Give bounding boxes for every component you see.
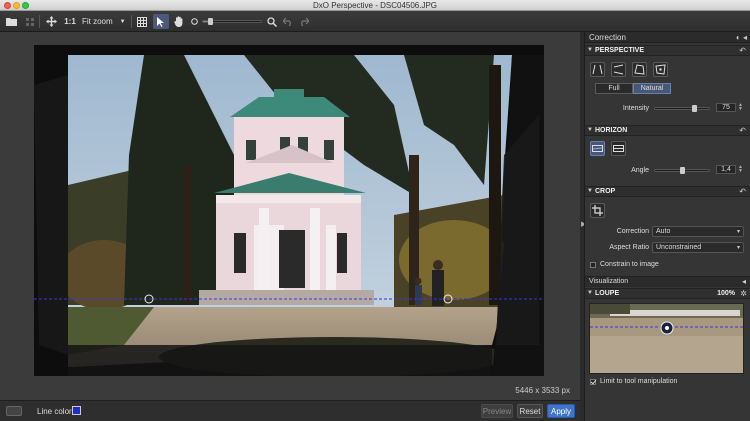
perspective-full-button[interactable]: Full [595, 83, 633, 94]
zoom-slider-handle[interactable] [208, 18, 213, 25]
loupe-section-header[interactable]: ▼ LOUPE 100% ✲ [585, 288, 750, 299]
photo-frame [34, 45, 544, 376]
zoom-out-icon[interactable] [190, 14, 200, 29]
quad-icon [634, 64, 645, 75]
loupe-preview [589, 303, 744, 374]
reset-arrow-icon[interactable]: ↶ [739, 46, 746, 55]
crop-title: CROP [595, 188, 616, 195]
visualization-title: Visualization [589, 278, 629, 285]
reset-arrow-icon[interactable]: ↶ [739, 187, 746, 196]
perspective-rectangle-button[interactable] [632, 62, 647, 77]
zoom-one-to-one-button[interactable]: 1:1 [63, 14, 77, 29]
horizon-title: HORIZON [595, 127, 628, 134]
angle-label: Angle [631, 167, 649, 174]
redo-icon[interactable] [298, 14, 310, 29]
pointer-icon [157, 16, 164, 27]
zoom-slider[interactable] [202, 18, 262, 25]
intensity-slider-handle[interactable] [692, 105, 697, 112]
crop-correction-value: Auto [656, 228, 671, 235]
open-folder-icon[interactable] [4, 14, 18, 29]
panel-header: Correction ◐ ◂ [585, 32, 750, 43]
overlay-toggle-icon[interactable] [6, 406, 22, 416]
crop-icon [592, 205, 603, 216]
app-window: DxO Perspective - DSC04506.JPG 1:1 Fit z… [0, 0, 750, 421]
chevron-down-icon: ▼ [587, 188, 593, 194]
constrain-to-image-checkbox[interactable] [590, 262, 596, 268]
toolbar-separator [131, 15, 132, 28]
aspect-ratio-label: Aspect Ratio [609, 244, 649, 251]
panel-title: Correction [589, 33, 626, 42]
constrain-to-image-label: Constrain to image [600, 261, 659, 268]
angle-stepper-icon[interactable]: ▲ ▼ [738, 165, 743, 174]
perspective-vertical-button[interactable] [590, 62, 605, 77]
eight-point-icon [655, 64, 666, 75]
intensity-slider[interactable] [654, 105, 710, 112]
horizon-section-header[interactable]: ▼ HORIZON ↶ [585, 125, 750, 136]
zoom-mode-select[interactable]: Fit zoom ▼ [80, 14, 126, 29]
visualization-header: Visualization ◂ [585, 276, 750, 287]
perspective-title: PERSPECTIVE [595, 47, 645, 54]
image-dimensions: 5446 x 3533 px [515, 386, 570, 395]
vertical-lines-icon [592, 64, 603, 75]
line-color-label: Line color [37, 407, 72, 416]
limit-to-tool-checkbox[interactable] [590, 379, 596, 385]
loupe-zoom-select[interactable]: 100% [717, 290, 735, 297]
bottom-bar: Line color Preview Reset Apply [0, 400, 580, 421]
visualization-options-icon[interactable]: ◂ [742, 277, 746, 286]
zoom-mode-label: Fit zoom [82, 17, 113, 26]
undo-icon[interactable] [282, 14, 294, 29]
horizon-tool-icon [592, 145, 603, 152]
aspect-ratio-select[interactable]: Unconstrained ▾ [652, 242, 744, 253]
toolbar-separator [39, 15, 40, 28]
preview-button[interactable]: Preview [481, 404, 513, 418]
crop-section-header[interactable]: ▼ CROP ↶ [585, 186, 750, 197]
window-title: DxO Perspective - DSC04506.JPG [312, 1, 438, 10]
chevron-down-icon: ▼ [587, 290, 593, 296]
chevron-down-icon: ▼ [119, 18, 126, 25]
loupe-title: LOUPE [595, 290, 620, 297]
line-color-swatch[interactable] [72, 406, 81, 415]
crop-correction-label: Correction [616, 228, 649, 235]
move-arrows-icon[interactable] [44, 14, 58, 29]
pavilion-photo [34, 45, 544, 376]
limit-to-tool-label: Limit to tool manipulation [600, 378, 678, 385]
perspective-natural-button[interactable]: Natural [633, 83, 671, 94]
chevron-down-icon: ▾ [736, 229, 740, 235]
intensity-value-field[interactable]: 75 [716, 103, 736, 112]
chevron-down-icon: ▼ [587, 47, 593, 53]
angle-slider-handle[interactable] [680, 167, 685, 174]
perspective-horizontal-button[interactable] [611, 62, 626, 77]
horizon-line-tool-button[interactable] [590, 141, 605, 156]
panel-options-icon[interactable]: ◐ ◂ [736, 33, 747, 42]
grid-overlay-icon[interactable] [136, 14, 148, 29]
angle-slider[interactable] [654, 167, 710, 174]
apply-button[interactable]: Apply [547, 404, 575, 418]
horizon-auto-button[interactable] [611, 141, 626, 156]
reset-button[interactable]: Reset [517, 404, 543, 418]
angle-value-field[interactable]: 1,4 [716, 165, 736, 174]
horizon-level-icon [613, 145, 624, 152]
intensity-stepper-icon[interactable]: ▲ ▼ [738, 103, 743, 112]
crop-tool-button[interactable] [590, 203, 605, 218]
perspective-8point-button[interactable] [653, 62, 668, 77]
chevron-down-icon: ▾ [736, 245, 740, 251]
toolbar: 1:1 Fit zoom ▼ [0, 11, 750, 32]
reset-arrow-icon[interactable]: ↶ [739, 126, 746, 135]
chevron-down-icon: ▼ [587, 127, 593, 133]
aspect-ratio-value: Unconstrained [656, 244, 702, 251]
crop-correction-select[interactable]: Auto ▾ [652, 226, 744, 237]
loupe-image [590, 304, 743, 373]
grid-small-icon[interactable] [24, 14, 36, 29]
title-bar: DxO Perspective - DSC04506.JPG [0, 0, 750, 11]
image-canvas[interactable]: 5446 x 3533 px [0, 32, 580, 400]
magnifier-icon[interactable] [266, 14, 278, 29]
correction-panel: Correction ◐ ◂ ▼ PERSPECTIVE ↶ Full Natu… [584, 32, 750, 421]
horizontal-lines-icon [613, 64, 624, 75]
pointer-tool-button[interactable] [153, 14, 169, 29]
gear-icon[interactable]: ✲ [740, 289, 747, 298]
intensity-label: Intensity [622, 105, 649, 112]
perspective-section-header[interactable]: ▼ PERSPECTIVE ↶ [585, 45, 750, 56]
hand-tool-icon[interactable] [172, 14, 186, 29]
